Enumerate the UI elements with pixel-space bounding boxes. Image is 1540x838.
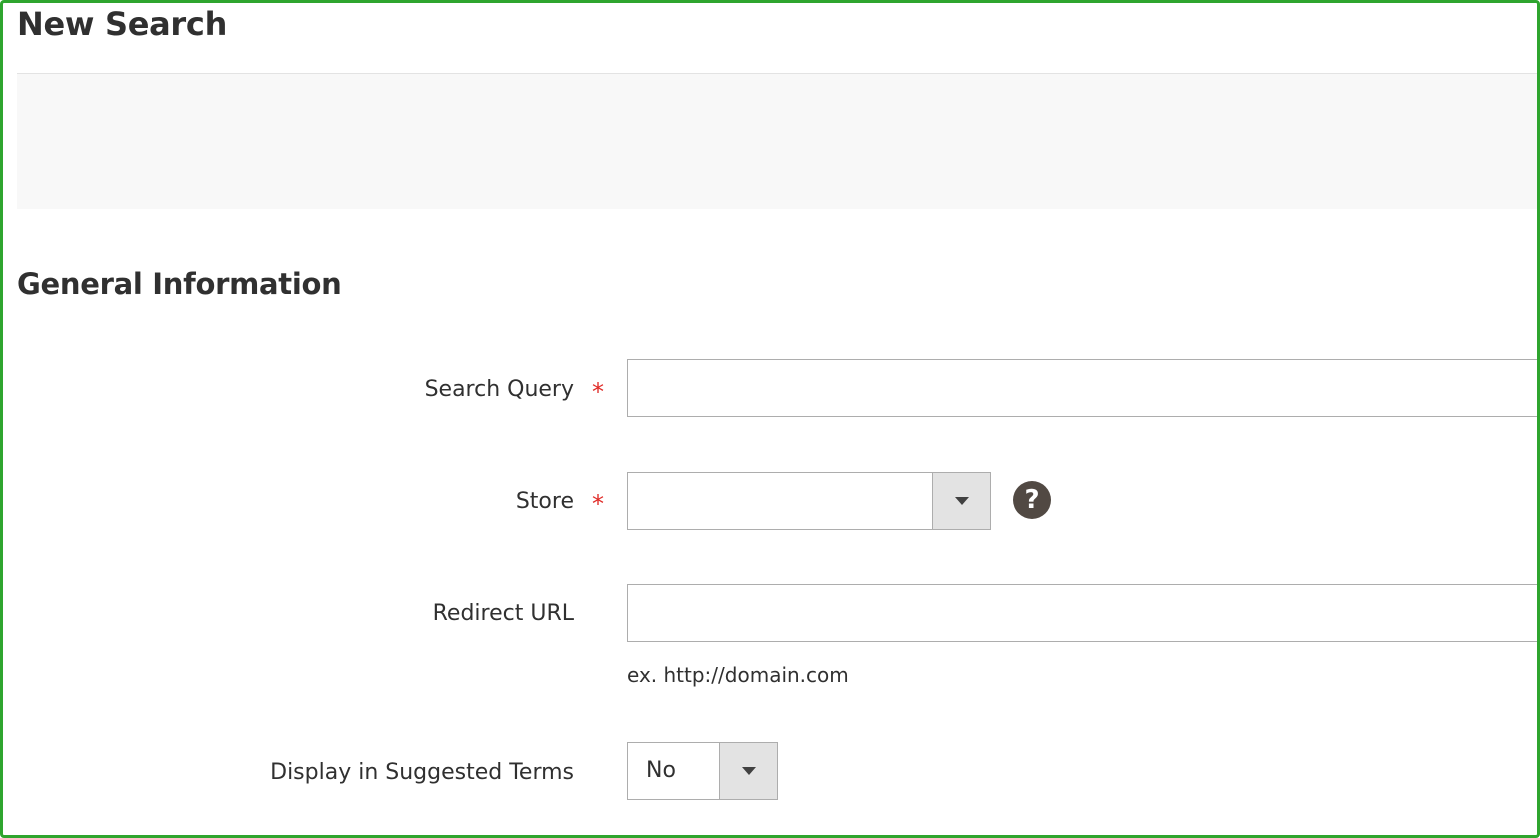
display-in-suggested-terms-selected-value: No <box>646 758 676 783</box>
search-query-input[interactable] <box>627 359 1540 417</box>
search-query-label: Search Query <box>424 377 574 402</box>
page-actions-bar <box>17 74 1540 209</box>
search-query-required-mark: * <box>592 378 604 406</box>
display-in-suggested-terms-dropdown-button[interactable] <box>719 743 777 799</box>
page-title: New Search <box>17 5 228 43</box>
redirect-url-input[interactable] <box>627 584 1540 642</box>
question-circle-icon[interactable]: ? <box>1013 481 1051 519</box>
display-in-suggested-terms-select[interactable]: No <box>627 742 778 800</box>
section-title: General Information <box>17 267 342 301</box>
display-in-suggested-terms-label: Display in Suggested Terms <box>270 760 574 785</box>
store-dropdown-button[interactable] <box>932 473 990 529</box>
chevron-down-icon <box>954 497 969 505</box>
store-select[interactable] <box>627 472 991 530</box>
redirect-url-note: ex. http://domain.com <box>627 663 849 687</box>
store-required-mark: * <box>592 490 604 518</box>
chevron-down-icon <box>741 767 756 775</box>
store-label: Store <box>515 489 574 514</box>
redirect-url-label: Redirect URL <box>432 601 574 626</box>
